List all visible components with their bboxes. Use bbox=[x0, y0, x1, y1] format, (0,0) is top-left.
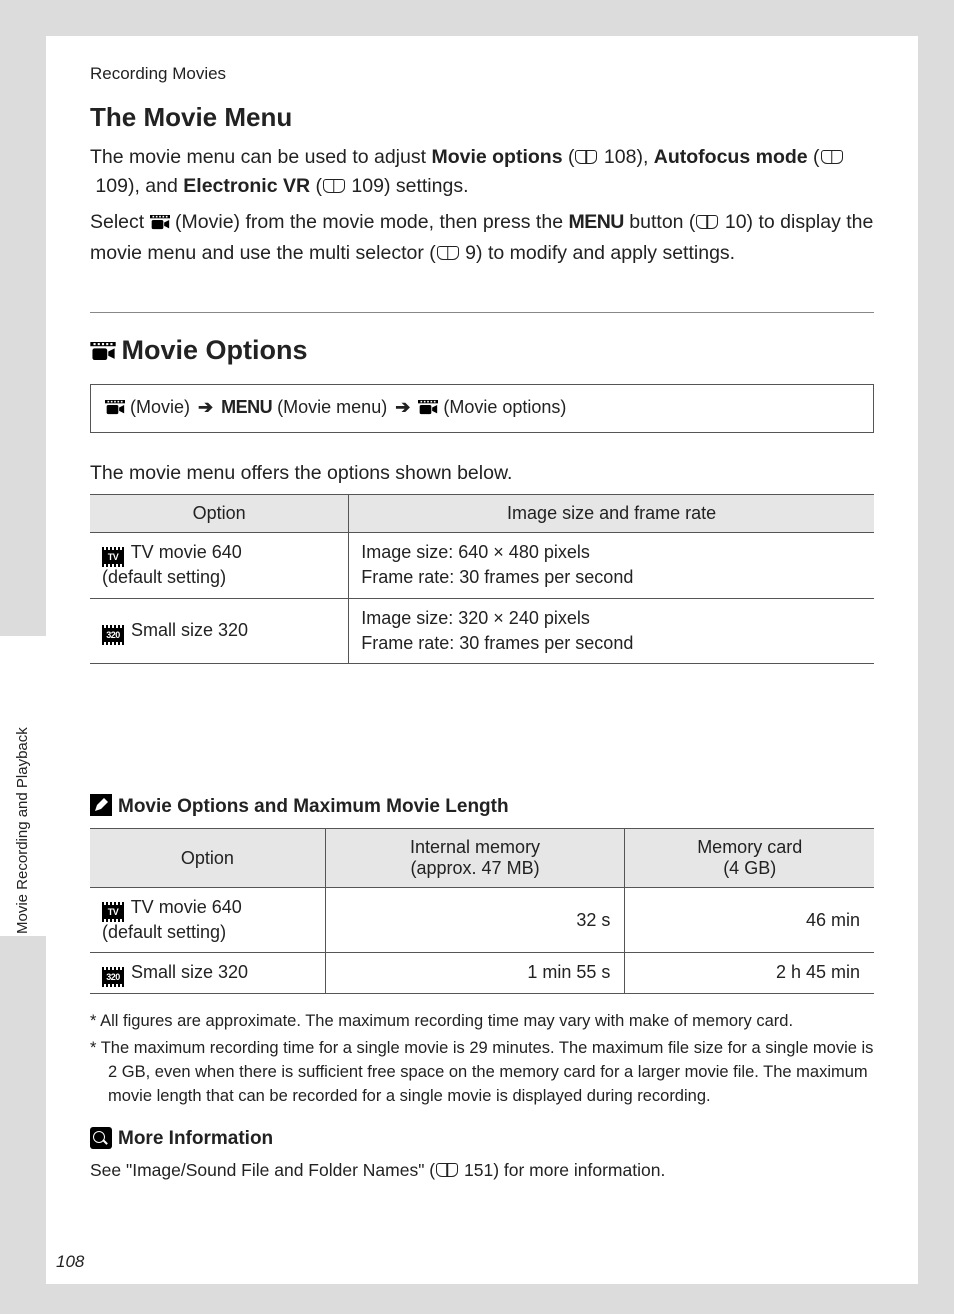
note-movie-length-title: Movie Options and Maximum Movie Length bbox=[90, 794, 874, 818]
text: (approx. 47 MB) bbox=[411, 858, 540, 878]
value-card: 46 min bbox=[625, 888, 874, 953]
page-ref: 9 bbox=[465, 242, 476, 264]
option-name: Small size 320 bbox=[131, 962, 248, 982]
text: (Movie) from the movie mode, then press … bbox=[170, 211, 569, 233]
text: Memory card bbox=[697, 837, 802, 857]
text: button ( bbox=[624, 211, 696, 233]
film-tv-icon: TV bbox=[102, 905, 124, 919]
spec-line: Image size: 640 × 480 pixels bbox=[361, 542, 590, 562]
text: The movie menu can be used to adjust bbox=[90, 146, 431, 168]
menu-button-label: MENU bbox=[568, 211, 623, 233]
option-name: TV movie 640 bbox=[131, 897, 242, 917]
page-ref: 109 bbox=[95, 175, 128, 197]
intro-paragraph-2: Select (Movie) from the movie mode, then… bbox=[90, 208, 874, 269]
text: , bbox=[643, 146, 654, 168]
text: Internal memory bbox=[410, 837, 540, 857]
note-title-text: More Information bbox=[118, 1128, 273, 1149]
text: (4 GB) bbox=[723, 858, 776, 878]
footnote-2: * The maximum recording time for a singl… bbox=[90, 1037, 874, 1109]
option-name: TV movie 640 bbox=[131, 542, 242, 562]
note-title-text: Movie Options and Maximum Movie Length bbox=[118, 796, 509, 817]
manual-page: Movie Recording and Playback 108 Recordi… bbox=[46, 36, 918, 1284]
text: , and bbox=[134, 175, 183, 197]
col-header-option: Option bbox=[90, 829, 325, 888]
option-sub: (default setting) bbox=[102, 567, 226, 587]
movie-options-table: Option Image size and frame rate TV TV m… bbox=[90, 494, 874, 664]
more-info-text: See "Image/Sound File and Folder Names" … bbox=[90, 1160, 874, 1181]
book-icon bbox=[323, 179, 345, 193]
pencil-icon bbox=[90, 794, 112, 816]
page-ref: 108 bbox=[604, 146, 637, 168]
table-row: 320 Small size 320 Image size: 320 × 240… bbox=[90, 598, 874, 663]
value-internal: 1 min 55 s bbox=[325, 953, 625, 993]
navigation-breadcrumb: (Movie) ➔ MENU (Movie menu) ➔ (Movie opt… bbox=[90, 384, 874, 433]
movie-length-table: Option Internal memory (approx. 47 MB) M… bbox=[90, 828, 874, 994]
option-sub: (default setting) bbox=[102, 922, 226, 942]
bold-movie-options: Movie options bbox=[431, 146, 562, 168]
breadcrumb-menu-label: (Movie menu) bbox=[277, 397, 387, 417]
book-icon bbox=[437, 246, 459, 260]
film-320-icon: 320 bbox=[102, 970, 124, 984]
text: Select bbox=[90, 211, 150, 233]
footnotes: * All figures are approximate. The maxim… bbox=[90, 1010, 874, 1110]
breadcrumb-menu-word: MENU bbox=[221, 397, 272, 417]
bold-electronic-vr: Electronic VR bbox=[183, 175, 310, 197]
movie-icon bbox=[105, 399, 125, 420]
book-icon bbox=[821, 150, 843, 164]
option-name: Small size 320 bbox=[131, 620, 248, 640]
col-header-memory-card: Memory card (4 GB) bbox=[625, 829, 874, 888]
text: ) to modify and apply settings. bbox=[476, 242, 735, 264]
note-more-info-title: More Information bbox=[90, 1127, 874, 1150]
film-tv-icon: TV bbox=[102, 550, 124, 564]
spec-line: Frame rate: 30 frames per second bbox=[361, 567, 633, 587]
col-header-option: Option bbox=[90, 495, 349, 533]
book-icon bbox=[696, 215, 718, 229]
table-intro-text: The movie menu offers the options shown … bbox=[90, 459, 874, 488]
text: See "Image/Sound File and Folder Names" … bbox=[90, 1160, 435, 1180]
table-row: 320 Small size 320 1 min 55 s 2 h 45 min bbox=[90, 953, 874, 993]
text: ) for more information. bbox=[493, 1160, 665, 1180]
spec-line: Image size: 320 × 240 pixels bbox=[361, 608, 590, 628]
book-icon bbox=[575, 150, 597, 164]
spec-line: Frame rate: 30 frames per second bbox=[361, 633, 633, 653]
page-number: 108 bbox=[56, 1252, 84, 1272]
text: settings. bbox=[390, 175, 468, 197]
breadcrumb-movie: (Movie) bbox=[130, 397, 190, 417]
bold-autofocus-mode: Autofocus mode bbox=[654, 146, 808, 168]
value-internal: 32 s bbox=[325, 888, 625, 953]
page-ref: 151 bbox=[464, 1160, 493, 1180]
section-divider bbox=[90, 312, 874, 313]
heading-movie-options: Movie Options bbox=[90, 335, 874, 368]
side-tab-label: Movie Recording and Playback bbox=[14, 706, 38, 956]
movie-icon bbox=[90, 337, 114, 368]
col-header-size-rate: Image size and frame rate bbox=[349, 495, 874, 533]
table-row: TV TV movie 640 (default setting) Image … bbox=[90, 533, 874, 598]
arrow-right-icon: ➔ bbox=[198, 397, 213, 417]
footnote-1: * All figures are approximate. The maxim… bbox=[90, 1010, 874, 1034]
page-ref: 10 bbox=[725, 211, 747, 233]
table-row: TV TV movie 640 (default setting) 32 s 4… bbox=[90, 888, 874, 953]
book-icon bbox=[436, 1163, 458, 1177]
heading-movie-menu: The Movie Menu bbox=[90, 102, 874, 133]
arrow-right-icon: ➔ bbox=[395, 397, 410, 417]
movie-icon bbox=[150, 210, 170, 239]
movie-icon bbox=[418, 399, 438, 420]
value-card: 2 h 45 min bbox=[625, 953, 874, 993]
page-ref: 109 bbox=[351, 175, 384, 197]
intro-paragraph-1: The movie menu can be used to adjust Mov… bbox=[90, 143, 874, 202]
breadcrumb-options: (Movie options) bbox=[443, 397, 566, 417]
magnifier-icon bbox=[90, 1127, 112, 1149]
col-header-internal-memory: Internal memory (approx. 47 MB) bbox=[325, 829, 625, 888]
heading-text: Movie Options bbox=[122, 335, 308, 365]
section-label: Recording Movies bbox=[90, 64, 874, 84]
film-320-icon: 320 bbox=[102, 628, 124, 642]
